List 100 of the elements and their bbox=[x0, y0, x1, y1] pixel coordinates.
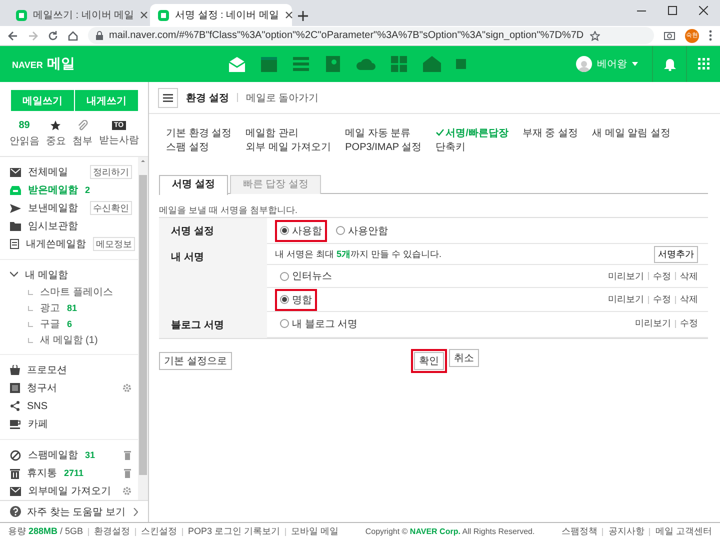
mailbox-link[interactable]: 새 메일함 (1) bbox=[40, 333, 98, 347]
footer-link[interactable]: 공지사항 bbox=[608, 525, 644, 538]
mailbox-link[interactable]: 프로모션 bbox=[27, 363, 67, 377]
radio-button[interactable] bbox=[280, 226, 289, 235]
note-icon bbox=[10, 239, 19, 249]
scrollbar[interactable] bbox=[138, 157, 148, 500]
home-icon[interactable] bbox=[68, 30, 78, 40]
question-icon bbox=[10, 506, 21, 517]
mailbox-link[interactable]: 임시보관함 bbox=[28, 219, 78, 233]
cancel-button[interactable]: 취소 bbox=[448, 349, 479, 367]
row-label: 내 서명 bbox=[159, 244, 267, 312]
signature-action-link[interactable]: 수정 bbox=[653, 293, 671, 306]
mailbox-link[interactable]: 전체메일 bbox=[28, 165, 68, 179]
radio-button[interactable] bbox=[336, 226, 345, 235]
folder-group-label[interactable]: 내 메일함 bbox=[25, 268, 68, 282]
filter-label[interactable]: 첨부 bbox=[72, 134, 92, 148]
mailbox-link[interactable]: 외부메일 가져오기 bbox=[28, 484, 111, 498]
reload-icon[interactable] bbox=[48, 30, 58, 40]
mailbox-link[interactable]: 카페 bbox=[28, 417, 48, 431]
settings-menu-link[interactable]: 단축키 bbox=[436, 140, 508, 153]
settings-menu-link[interactable]: POP3/IMAP 설정 bbox=[345, 140, 422, 153]
blocked-icon bbox=[10, 450, 21, 460]
storage-quota: 용량 288MB / 5GB bbox=[8, 525, 84, 538]
footer-link[interactable]: POP3 로그인 기록보기 bbox=[188, 525, 280, 538]
mailbox-link[interactable]: 휴지통 bbox=[27, 466, 57, 480]
back-to-mail-link[interactable]: 메일로 돌아가기 bbox=[246, 90, 319, 104]
filter-label[interactable]: 받는사람 bbox=[98, 133, 139, 147]
settings-menu-link[interactable]: 메일함 관리 bbox=[246, 126, 332, 139]
folder-icon bbox=[10, 222, 21, 230]
option-label[interactable]: 인터뉴스 bbox=[292, 269, 332, 283]
shopping-bag-icon bbox=[10, 365, 20, 375]
radio-button[interactable] bbox=[280, 319, 289, 328]
mailbox-link[interactable]: 스마트 플레이스 bbox=[40, 285, 113, 299]
mailbox-action-button[interactable]: 정리하기 bbox=[90, 165, 132, 179]
settings-menu-link[interactable]: 기본 환경 설정 bbox=[166, 126, 232, 139]
signature-action-link[interactable]: 미리보기 bbox=[635, 317, 671, 330]
menu-dots-icon[interactable] bbox=[709, 30, 712, 41]
mailbox-action-button[interactable]: 수신확인 bbox=[90, 201, 132, 215]
mailbox-link[interactable]: 청구서 bbox=[27, 381, 57, 395]
help-link[interactable]: 자주 찾는 도움말 보기 bbox=[0, 500, 148, 522]
menu-button[interactable] bbox=[158, 88, 178, 108]
footer-link[interactable]: 스킨설정 bbox=[141, 525, 178, 538]
footer-link[interactable]: 메일 고객센터 bbox=[655, 525, 712, 538]
paperclip-icon[interactable] bbox=[76, 120, 88, 131]
settings-menu-link[interactable]: 새 메일 알림 설정 bbox=[592, 126, 720, 139]
mailbox-link[interactable]: SNS bbox=[27, 400, 48, 412]
filter-label[interactable]: 중요 bbox=[46, 134, 66, 148]
radio-button[interactable] bbox=[280, 272, 289, 280]
chevron-down-icon[interactable] bbox=[10, 271, 18, 279]
star-outline-icon[interactable] bbox=[590, 30, 600, 40]
close-icon[interactable] bbox=[284, 11, 293, 19]
mailbox-link[interactable]: 내게쓴메일함 bbox=[26, 237, 86, 251]
tree-branch-icon bbox=[28, 306, 33, 310]
option-label[interactable]: 사용함 bbox=[292, 224, 322, 238]
browser-tab[interactable]: 서명 설정 : 네이버 메일 bbox=[150, 4, 292, 26]
settings-menu-link[interactable]: 메일 자동 분류 bbox=[345, 126, 422, 139]
mailbox-link[interactable]: 스팸메일함 bbox=[28, 448, 78, 462]
footer-link[interactable]: 모바일 메일 bbox=[291, 525, 339, 538]
reset-button[interactable]: 기본 설정으로 bbox=[159, 352, 232, 370]
signature-action-link[interactable]: 삭제 bbox=[680, 293, 698, 306]
browser-tab[interactable]: 메일쓰기 : 네이버 메일 bbox=[8, 4, 150, 26]
option-label[interactable]: 사용안함 bbox=[348, 224, 388, 238]
star-icon[interactable] bbox=[50, 120, 62, 131]
option-label[interactable]: 내 블로그 서명 bbox=[292, 316, 358, 330]
close-icon[interactable] bbox=[699, 6, 708, 15]
signature-action-link[interactable]: 미리보기 bbox=[608, 293, 644, 306]
filter-label[interactable]: 안읽음 bbox=[9, 134, 40, 148]
envelope-icon bbox=[10, 168, 21, 176]
maximize-icon[interactable] bbox=[668, 6, 677, 15]
paper-plane-icon bbox=[10, 204, 21, 212]
settings-menu-link[interactable]: 스팸 설정 bbox=[166, 140, 232, 153]
plus-icon[interactable] bbox=[298, 11, 308, 21]
tree-branch-icon bbox=[28, 290, 33, 294]
signature-action-link[interactable]: 미리보기 bbox=[608, 270, 644, 282]
signature-action-link[interactable]: 수정 bbox=[653, 270, 671, 282]
settings-tab[interactable]: 서명 설정 bbox=[159, 175, 228, 195]
envelope-icon bbox=[10, 486, 21, 496]
address-bar[interactable]: mail.naver.com/#%7B"fClass"%3A"option"%2C"oParameter"%3A%7B"sOption"%3A"sign_option"%7D%7D bbox=[88, 27, 654, 44]
mailbox-action-button[interactable]: 메모정보 bbox=[93, 237, 135, 251]
option-label[interactable]: 명함 bbox=[292, 292, 312, 306]
add-signature-button[interactable]: 서명추가 bbox=[654, 246, 698, 262]
confirm-button[interactable]: 확인 bbox=[414, 352, 444, 370]
camera-icon[interactable] bbox=[664, 31, 675, 40]
favicon-icon bbox=[158, 10, 169, 20]
settings-menu-link[interactable]: 외부 메일 가져오기 bbox=[246, 140, 332, 153]
mailbox-link[interactable]: 광고 bbox=[40, 301, 60, 315]
mailbox-link[interactable]: 보낸메일함 bbox=[28, 201, 78, 215]
back-icon[interactable] bbox=[8, 30, 18, 40]
footer-link[interactable]: 환경설정 bbox=[94, 525, 130, 538]
person-icon bbox=[578, 60, 590, 72]
mailbox-link[interactable]: 구글 bbox=[40, 317, 60, 331]
signature-action-link[interactable]: 수정 bbox=[680, 317, 698, 330]
chevron-right-icon bbox=[133, 508, 138, 516]
radio-button[interactable] bbox=[280, 295, 289, 304]
signature-action-link[interactable]: 삭제 bbox=[680, 270, 698, 282]
footer-link[interactable]: 스팸정책 bbox=[561, 525, 598, 538]
gear-icon bbox=[122, 486, 132, 496]
close-icon[interactable] bbox=[140, 11, 148, 19]
settings-menu-link[interactable]: 부재 중 설정 bbox=[522, 126, 578, 139]
caret-icon bbox=[632, 62, 638, 66]
